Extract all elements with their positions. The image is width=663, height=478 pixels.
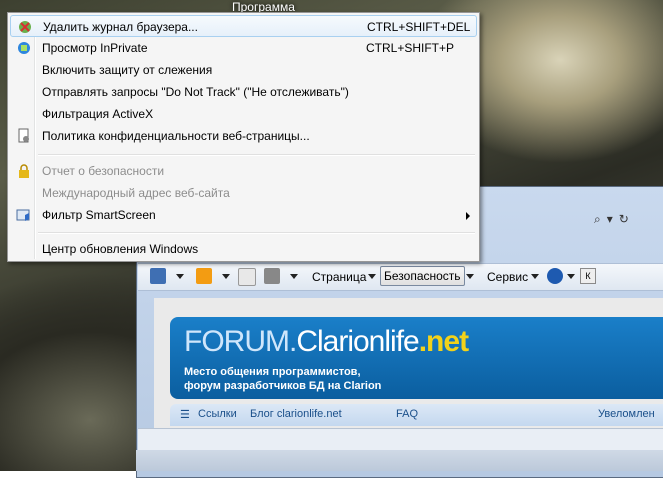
- home-dropdown-icon[interactable]: [176, 274, 184, 279]
- privacy-policy-icon: [18, 128, 29, 143]
- help-dropdown-icon[interactable]: [567, 274, 575, 279]
- delete-history-icon: [19, 21, 31, 33]
- forum-logo-text: FORUM.Clarionlife.net: [184, 325, 469, 358]
- mail-icon[interactable]: [238, 268, 256, 286]
- menu-separator: [38, 154, 475, 156]
- security-menu-button[interactable]: Безопасность: [380, 266, 465, 286]
- help-icon[interactable]: [547, 268, 563, 284]
- search-icon[interactable]: ⌕: [594, 212, 601, 226]
- menu-icon: ☰: [180, 409, 190, 421]
- tools-menu-dropdown-icon[interactable]: [531, 274, 539, 279]
- smartscreen-icon: [16, 209, 30, 221]
- home-icon[interactable]: [150, 268, 166, 284]
- safety-context-menu: Удалить журнал браузера... CTRL+SHIFT+DE…: [7, 12, 480, 262]
- lock-icon: [19, 164, 29, 178]
- menu-item-activex-filtering[interactable]: Фильтрация ActiveX: [10, 103, 477, 125]
- menu-separator: [38, 232, 475, 234]
- menu-item-privacy-policy[interactable]: Политика конфиденциальности веб-страницы…: [10, 125, 477, 147]
- menu-item-tracking-protection[interactable]: Включить защиту от слежения: [10, 59, 477, 81]
- menu-item-inprivate[interactable]: Просмотр InPrivate CTRL+SHIFT+P: [10, 37, 477, 59]
- menu-item-smartscreen[interactable]: Фильтр SmartScreen: [10, 204, 477, 226]
- menu-item-delete-history[interactable]: Удалить журнал браузера... CTRL+SHIFT+DE…: [10, 15, 477, 37]
- menu-item-do-not-track[interactable]: Отправлять запросы "Do Not Track" ("Не о…: [10, 81, 477, 103]
- command-bar: Страница Безопасность Сервис К: [138, 263, 663, 291]
- page-menu-dropdown-icon[interactable]: [368, 274, 376, 279]
- rss-feed-icon[interactable]: [196, 268, 212, 284]
- address-bar-icons: ⌕ ▾ ↻: [594, 212, 635, 227]
- status-area: [138, 428, 663, 451]
- nav-links[interactable]: Ссылки: [198, 408, 237, 420]
- page-menu-button[interactable]: Страница: [312, 268, 366, 286]
- nav-notifications[interactable]: Увеломлен: [598, 408, 655, 420]
- nav-blog[interactable]: Блог clarionlife.net: [250, 408, 342, 420]
- forum-tagline: Место общения программистов, форум разра…: [184, 366, 382, 392]
- security-menu-dropdown-icon[interactable]: [466, 274, 474, 279]
- forum-banner[interactable]: FORUM.Clarionlife.net Место общения прог…: [170, 317, 663, 399]
- forum-navbar: ☰ Ссылки Блог clarionlife.net FAQ Увелом…: [170, 404, 663, 426]
- menu-item-security-report: Отчет о безопасности: [10, 160, 477, 182]
- menu-item-windows-update[interactable]: Центр обновления Windows: [10, 238, 477, 260]
- refresh-icon[interactable]: ↻: [619, 212, 629, 226]
- print-icon[interactable]: [264, 268, 280, 284]
- taskbar-edge: [136, 450, 663, 471]
- feed-dropdown-icon[interactable]: [222, 274, 230, 279]
- print-dropdown-icon[interactable]: [290, 274, 298, 279]
- submenu-arrow-icon: [466, 212, 470, 220]
- menu-item-international-address: Международный адрес веб-сайта: [42, 186, 230, 200]
- tools-menu-button[interactable]: Сервис: [487, 268, 528, 286]
- inprivate-icon: [18, 42, 30, 54]
- extra-toolbar-button[interactable]: К: [580, 268, 596, 284]
- nav-faq[interactable]: FAQ: [396, 408, 418, 420]
- dropdown-icon[interactable]: ▾: [607, 212, 613, 226]
